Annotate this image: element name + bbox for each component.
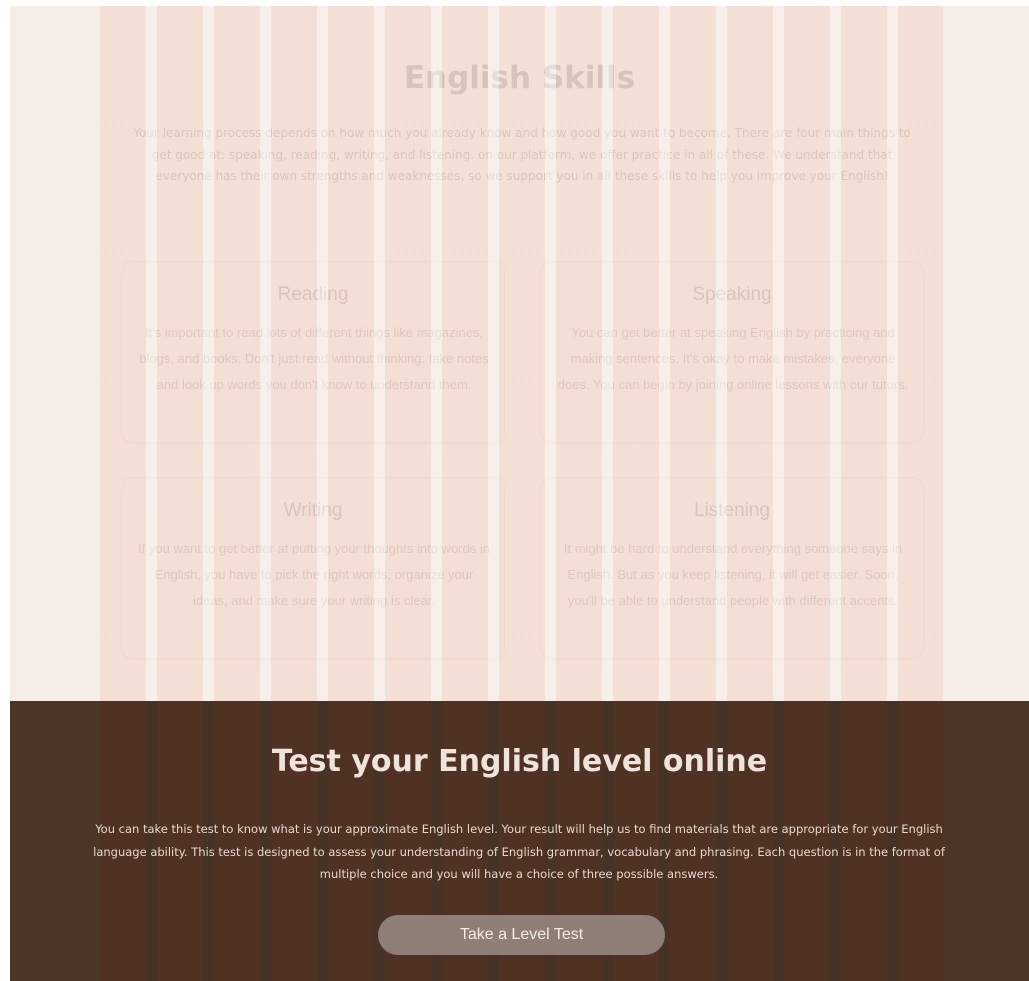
skills-intro: Your learning process depends on how muc… <box>133 126 911 183</box>
skills-title: English Skills <box>403 60 636 96</box>
skill-card-writing: Writing If you want to get better at put… <box>121 477 505 659</box>
skill-card-title: Listening <box>693 500 771 521</box>
skill-card-text: It's important to read lots of different… <box>139 325 489 392</box>
skill-card-text: It might be hard to understand everythin… <box>563 541 903 608</box>
skill-card-speaking: Speaking You can get better at speaking … <box>540 261 924 443</box>
page: English Skills Your learning process dep… <box>10 6 1029 981</box>
level-test-description: You can take this test to know what is y… <box>93 822 945 881</box>
english-skills-section: English Skills Your learning process dep… <box>10 6 1029 701</box>
skill-card-text: If you want to get better at putting you… <box>138 541 490 608</box>
skill-card-text: You can get better at speaking English b… <box>557 325 909 392</box>
skill-card-title: Reading <box>277 284 349 305</box>
skill-card-title: Writing <box>283 500 343 521</box>
skill-card-title: Speaking <box>692 284 772 305</box>
skill-card-listening: Listening It might be hard to understand… <box>540 477 924 659</box>
skill-card-reading: Reading It's important to read lots of d… <box>121 261 505 443</box>
level-test-title: Test your English level online <box>271 744 768 779</box>
take-level-test-button[interactable]: Take a Level Test <box>378 915 665 955</box>
